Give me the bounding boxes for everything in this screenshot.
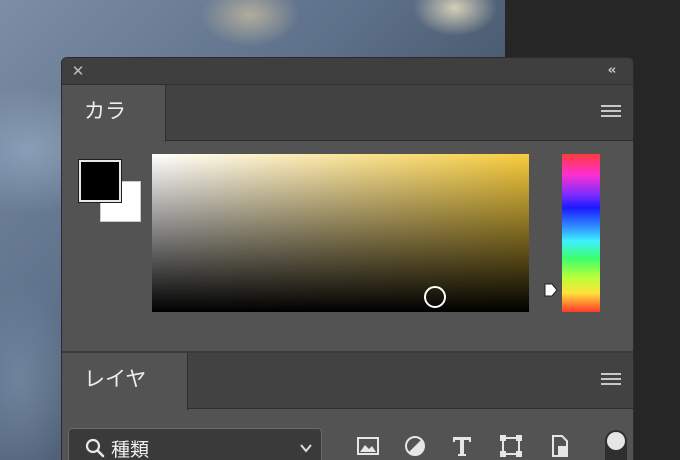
shape-filter-icon[interactable] [499,434,523,458]
layer-filter-toggle[interactable] [605,430,627,460]
filter-kind-dropdown[interactable]: 種類 [68,428,322,460]
tab-layers[interactable]: レイヤー [62,353,188,443]
collapse-panel-button[interactable]: ‹‹ [601,62,621,80]
hue-slider[interactable] [562,154,600,312]
tab-color[interactable]: カラー [62,85,166,175]
image-filter-icon[interactable] [356,434,380,458]
floating-panel-group: ✕ ‹‹ カラー レイヤー 種類 [61,57,634,460]
filter-kind-label: 種類 [111,439,150,460]
foreground-color-swatch[interactable] [79,160,121,202]
search-icon [85,438,105,458]
smart-object-filter-icon[interactable] [548,434,572,458]
close-panel-button[interactable]: ✕ [70,63,86,79]
chevron-down-icon [300,444,312,453]
layers-panel-body: 種類 [62,410,633,460]
layers-panel-menu-icon[interactable] [601,373,621,387]
color-field-cursor[interactable] [424,286,446,308]
color-saturation-brightness-field[interactable] [152,154,529,312]
color-panel-menu-icon[interactable] [601,105,621,119]
adjustment-filter-icon[interactable] [403,434,427,458]
hue-slider-pointer-icon[interactable] [543,282,559,298]
toggle-knob [607,432,625,450]
panel-title-bar[interactable]: ✕ ‹‹ [62,58,633,85]
type-filter-icon[interactable] [450,434,474,458]
color-panel-tab-bar: カラー [62,85,633,175]
layers-panel-tab-bar: レイヤー [62,353,633,443]
color-panel-body [62,142,633,353]
